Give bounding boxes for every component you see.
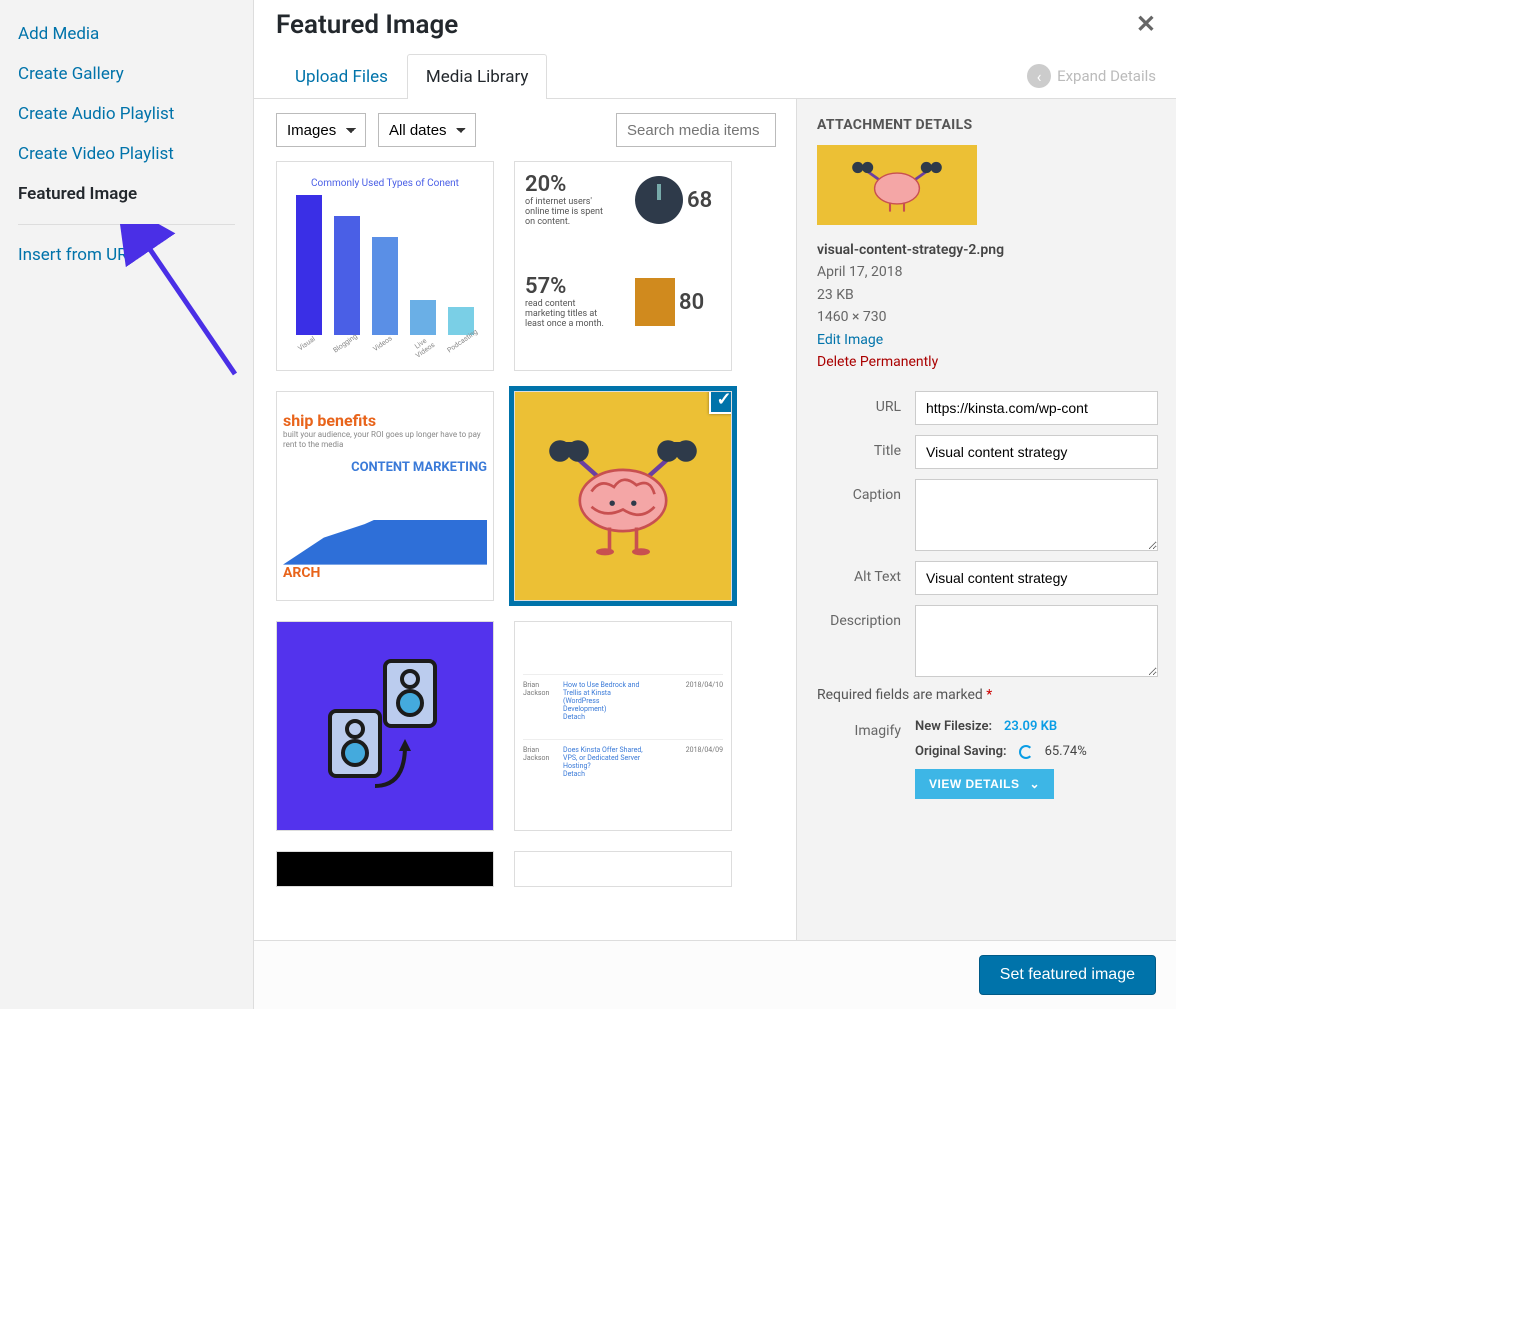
- brain-image: [533, 416, 713, 576]
- tab-media-library[interactable]: Media Library: [407, 54, 548, 99]
- footer-toolbar: Set featured image: [254, 941, 1176, 1009]
- original-saving-label: Original Saving:: [915, 744, 1007, 759]
- original-saving-value: 65.74%: [1045, 744, 1087, 759]
- detail-size: 23 KB: [817, 284, 1158, 306]
- media-thumbnail[interactable]: Brian Jackson How to Use Bedrock and Tre…: [514, 621, 732, 831]
- required-note: Required fields are marked *: [817, 687, 1158, 703]
- title-label: Title: [817, 435, 901, 459]
- media-thumbnail[interactable]: ship benefits built your audience, your …: [276, 391, 494, 601]
- media-thumbnail[interactable]: [276, 851, 494, 887]
- filter-date-select[interactable]: All dates: [378, 113, 476, 147]
- chevron-left-icon: ‹: [1027, 64, 1051, 88]
- edit-image-link[interactable]: Edit Image: [817, 329, 1158, 351]
- detail-dimensions: 1460 × 730: [817, 306, 1158, 328]
- title-field[interactable]: [915, 435, 1158, 469]
- attachment-details-panel: ATTACHMENT DETAILS visual-content-str: [796, 99, 1176, 940]
- check-icon[interactable]: ✓: [709, 391, 732, 414]
- media-thumbnail[interactable]: [276, 621, 494, 831]
- expand-details-button[interactable]: ‹ Expand Details: [1027, 64, 1156, 88]
- sidebar-item-add-media[interactable]: Add Media: [0, 14, 253, 54]
- main-panel: Featured Image ✕ Upload Files Media Libr…: [254, 0, 1176, 1009]
- alt-field[interactable]: [915, 561, 1158, 595]
- chevron-down-icon: ⌄: [1029, 777, 1040, 791]
- details-heading: ATTACHMENT DETAILS: [817, 117, 1158, 133]
- page-title: Featured Image: [276, 10, 458, 40]
- media-thumbnail-selected[interactable]: ✓: [514, 391, 732, 601]
- new-filesize-label: New Filesize:: [915, 719, 992, 734]
- expand-details-label: Expand Details: [1057, 67, 1156, 85]
- description-label: Description: [817, 605, 901, 629]
- left-sidebar: Add Media Create Gallery Create Audio Pl…: [0, 0, 254, 1009]
- cache-image: [315, 651, 455, 801]
- delete-permanently-link[interactable]: Delete Permanently: [817, 351, 1158, 373]
- thumbnail-grid: Commonly Used Types of Conent Visual Blo…: [276, 161, 786, 887]
- close-icon[interactable]: ✕: [1136, 10, 1156, 38]
- thumb-chart-title: Commonly Used Types of Conent: [311, 178, 459, 189]
- media-thumbnail[interactable]: Commonly Used Types of Conent Visual Blo…: [276, 161, 494, 371]
- spinner-icon: [1019, 745, 1033, 759]
- caption-field[interactable]: [915, 479, 1158, 551]
- thumb-chart-bars: [296, 195, 474, 335]
- set-featured-image-button[interactable]: Set featured image: [979, 955, 1156, 995]
- caption-label: Caption: [817, 479, 901, 503]
- media-library: Images All dates Commonly Used Types of …: [254, 99, 796, 940]
- sidebar-item-featured-image[interactable]: Featured Image: [0, 174, 253, 214]
- view-details-button[interactable]: VIEW DETAILS ⌄: [915, 769, 1054, 799]
- tab-upload-files[interactable]: Upload Files: [276, 54, 407, 99]
- detail-filename: visual-content-strategy-2.png: [817, 239, 1158, 261]
- filter-type-select[interactable]: Images: [276, 113, 366, 147]
- sidebar-item-create-video[interactable]: Create Video Playlist: [0, 134, 253, 174]
- url-label: URL: [817, 391, 901, 415]
- search-input[interactable]: [616, 113, 776, 147]
- sidebar-item-create-audio[interactable]: Create Audio Playlist: [0, 94, 253, 134]
- detail-thumbnail: [817, 145, 977, 225]
- tabs-row: Upload Files Media Library ‹ Expand Deta…: [254, 54, 1176, 99]
- media-thumbnail[interactable]: [514, 851, 732, 887]
- media-thumbnail[interactable]: 20%of internet users' online time is spe…: [514, 161, 732, 371]
- description-field[interactable]: [915, 605, 1158, 677]
- sidebar-item-insert-url[interactable]: Insert from URL: [0, 235, 253, 275]
- sidebar-divider: [18, 224, 235, 225]
- alt-label: Alt Text: [817, 561, 901, 585]
- imagify-label: Imagify: [817, 719, 901, 739]
- url-field[interactable]: [915, 391, 1158, 425]
- sidebar-item-create-gallery[interactable]: Create Gallery: [0, 54, 253, 94]
- new-filesize-value: 23.09 KB: [1004, 719, 1057, 734]
- detail-date: April 17, 2018: [817, 261, 1158, 283]
